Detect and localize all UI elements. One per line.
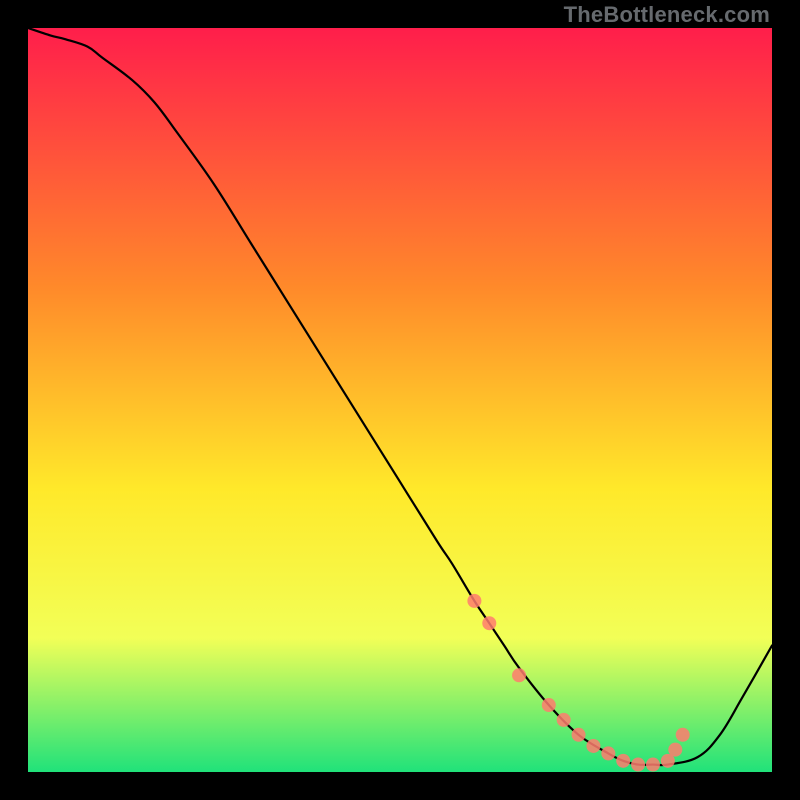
highlight-dot — [572, 728, 586, 742]
highlight-dot — [668, 743, 682, 757]
chart-frame — [28, 28, 772, 772]
highlight-dot — [646, 758, 660, 772]
highlight-dot — [557, 713, 571, 727]
highlight-dot — [586, 739, 600, 753]
highlight-dot — [616, 754, 630, 768]
highlight-dot — [482, 616, 496, 630]
highlight-dot — [512, 668, 526, 682]
highlight-dot — [467, 594, 481, 608]
highlight-dot — [601, 746, 615, 760]
highlight-dot — [542, 698, 556, 712]
chart-background — [28, 28, 772, 772]
watermark-text: TheBottleneck.com — [564, 2, 770, 28]
chart-plot — [28, 28, 772, 772]
highlight-dot — [631, 758, 645, 772]
highlight-dot — [676, 728, 690, 742]
